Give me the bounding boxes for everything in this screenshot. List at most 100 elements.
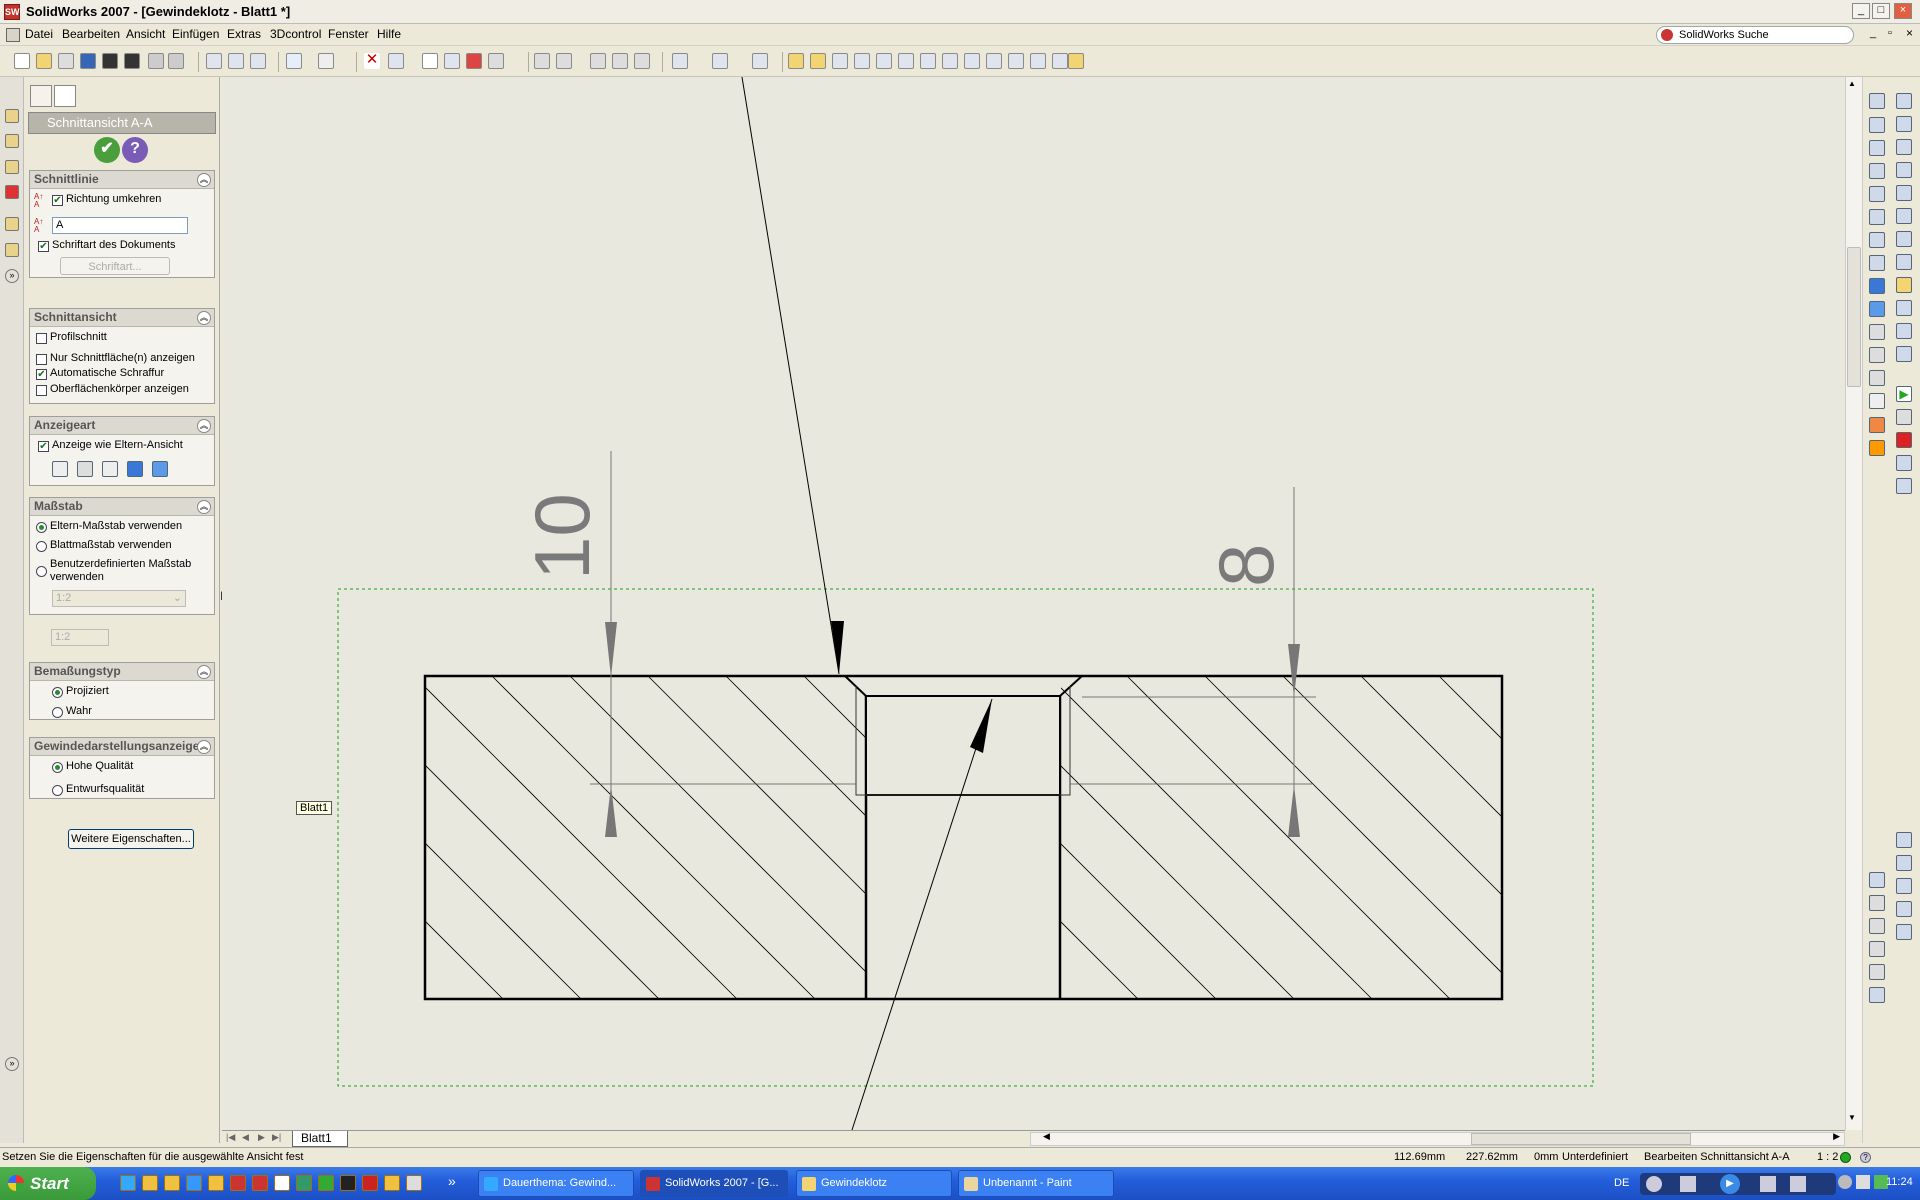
surface-finish-icon[interactable] [1896,346,1912,362]
record-macro-icon[interactable] [1896,432,1912,448]
save-icon[interactable] [80,53,96,69]
delete-icon[interactable]: ✕ [364,52,380,69]
layout-icon[interactable] [388,53,404,69]
layer-icon[interactable] [1869,872,1885,888]
close-button[interactable]: × [1894,3,1912,19]
minimize-button[interactable]: _ [1852,3,1870,19]
realview-icon[interactable] [1869,393,1885,409]
ql-notepad-icon[interactable] [274,1175,290,1191]
hohe-qualitaet-radio[interactable] [52,762,63,773]
sheet-nav-last-icon[interactable]: ▶| [272,1132,281,1143]
path-dim-icon[interactable] [1896,231,1912,247]
collapse-icon[interactable]: ︽ [197,740,211,754]
camera-icon[interactable] [228,53,244,69]
horizontal-dim-icon[interactable] [1896,116,1912,132]
ql-app-icon[interactable] [142,1175,158,1191]
start-button[interactable]: Start [0,1167,96,1200]
menu-datei[interactable]: Datei [25,27,53,41]
collapse-icon[interactable]: ︽ [197,500,211,514]
wireframe-view-icon[interactable] [1869,209,1885,225]
detail-view-icon[interactable] [898,53,914,69]
menu-einfuegen[interactable]: Einfügen [172,27,219,41]
home-icon[interactable] [5,109,19,123]
geometric-tolerance-icon[interactable] [1896,323,1912,339]
ordinate-dim-icon[interactable] [1896,185,1912,201]
empty-view-icon[interactable] [1052,53,1068,69]
shaded-edges-icon[interactable] [127,461,143,477]
entwurfsqualitaet-radio[interactable] [52,785,63,796]
shaded-edges-view-icon[interactable] [1869,278,1885,294]
language-indicator[interactable]: DE [1614,1177,1629,1189]
crop-view-icon[interactable] [920,53,936,69]
weitere-eigenschaften-button[interactable]: Weitere Eigenschaften... [68,829,194,849]
hidden-lines-visible-icon[interactable] [77,461,93,477]
scale-custom-input[interactable]: 1:2 [51,629,109,646]
projected-view-icon[interactable] [810,53,826,69]
oberflaechenkoerper-checkbox[interactable] [36,385,47,396]
doc-close-button[interactable]: × [1906,26,1913,40]
ql-media-icon[interactable] [406,1175,422,1191]
ql-tool-icon[interactable] [384,1175,400,1191]
cartoon-icon[interactable] [1869,370,1885,386]
tray-expand-icon[interactable] [1838,1175,1852,1189]
sheet-nav-next-icon[interactable]: ▶ [258,1132,265,1143]
view-palette-icon[interactable] [5,243,19,257]
richtung-umkehren-checkbox[interactable]: ✔ [52,195,63,206]
line-color-icon[interactable] [712,53,728,69]
scale-select[interactable]: 1:2 ⌄ [52,590,186,607]
schriftart-button[interactable]: Schriftart... [60,257,170,275]
sum-icon[interactable] [1869,964,1885,980]
hatch-icon[interactable] [1896,901,1912,917]
menu-extras[interactable]: Extras [227,27,261,41]
sheet-nav-first-icon[interactable]: |◀ [226,1132,235,1143]
menu-3dcontrol[interactable]: 3Dcontrol [270,27,321,41]
text-format-icon[interactable] [752,53,768,69]
benutzer-massstab-radio[interactable] [36,566,47,577]
group-header-anzeigeart[interactable]: Anzeigeart ︽ [30,417,214,435]
group-header-massstab[interactable]: Maßstab ︽ [30,498,214,516]
table-icon[interactable] [1869,987,1885,1003]
baseline-dim-icon[interactable] [1896,162,1912,178]
broken-view-icon[interactable] [942,53,958,69]
help-status-icon[interactable]: ? [1860,1152,1871,1163]
linear-pattern-icon[interactable] [1896,878,1912,894]
zoom-inout-icon[interactable] [1869,186,1885,202]
scroll-down-icon[interactable]: ▼ [1848,1113,1856,1122]
anzeige-wie-eltern-checkbox[interactable]: ✔ [38,441,49,452]
horizontal-scrollbar[interactable]: ◀ ▶ [1030,1131,1845,1146]
document-icon[interactable] [6,28,20,42]
tray-network-icon[interactable] [1856,1175,1870,1189]
model-view-icon[interactable] [788,53,804,69]
undo-icon[interactable] [286,53,302,69]
group-header-gewinde[interactable]: Gewindedarstellungsanzeige ︽ [30,738,214,756]
collapse-icon[interactable]: ︽ [197,665,211,679]
quicklaunch-more[interactable]: » [448,1173,456,1189]
task-paint[interactable]: Unbenannt - Paint [958,1170,1114,1197]
rebuild-status-icon[interactable] [1840,1152,1851,1163]
options-icon[interactable] [148,53,164,69]
datum-icon[interactable] [1896,300,1912,316]
profilschnitt-checkbox[interactable] [36,333,47,344]
center-mark-icon[interactable] [1896,924,1912,940]
print-preview-icon[interactable] [250,53,266,69]
design-library-icon[interactable] [5,160,19,174]
projiziert-radio[interactable] [52,687,63,698]
stop-media-icon[interactable] [1680,1176,1696,1192]
expand-icon[interactable]: » [5,269,19,283]
group-header-schnittansicht[interactable]: Schnittansicht ︽ [30,309,214,327]
line-format-icon[interactable] [672,53,688,69]
nur-schnittflaeche-checkbox[interactable] [36,354,47,365]
ql-cmd-icon[interactable] [340,1175,356,1191]
open-icon[interactable] [36,53,52,69]
schriftart-dokument-checkbox[interactable]: ✔ [38,241,49,252]
hidden-visible-icon[interactable] [1869,232,1885,248]
help-button[interactable]: ? [122,137,148,163]
ql-calc-icon[interactable] [208,1175,224,1191]
ie-icon[interactable] [120,1175,136,1191]
vertical-dim-icon[interactable] [1896,139,1912,155]
macro-icon[interactable] [1869,440,1885,456]
ql-folder-icon[interactable] [164,1175,180,1191]
scroll-thumb[interactable] [1847,247,1861,387]
eltern-massstab-radio[interactable] [36,522,47,533]
render-icon[interactable] [102,53,118,69]
